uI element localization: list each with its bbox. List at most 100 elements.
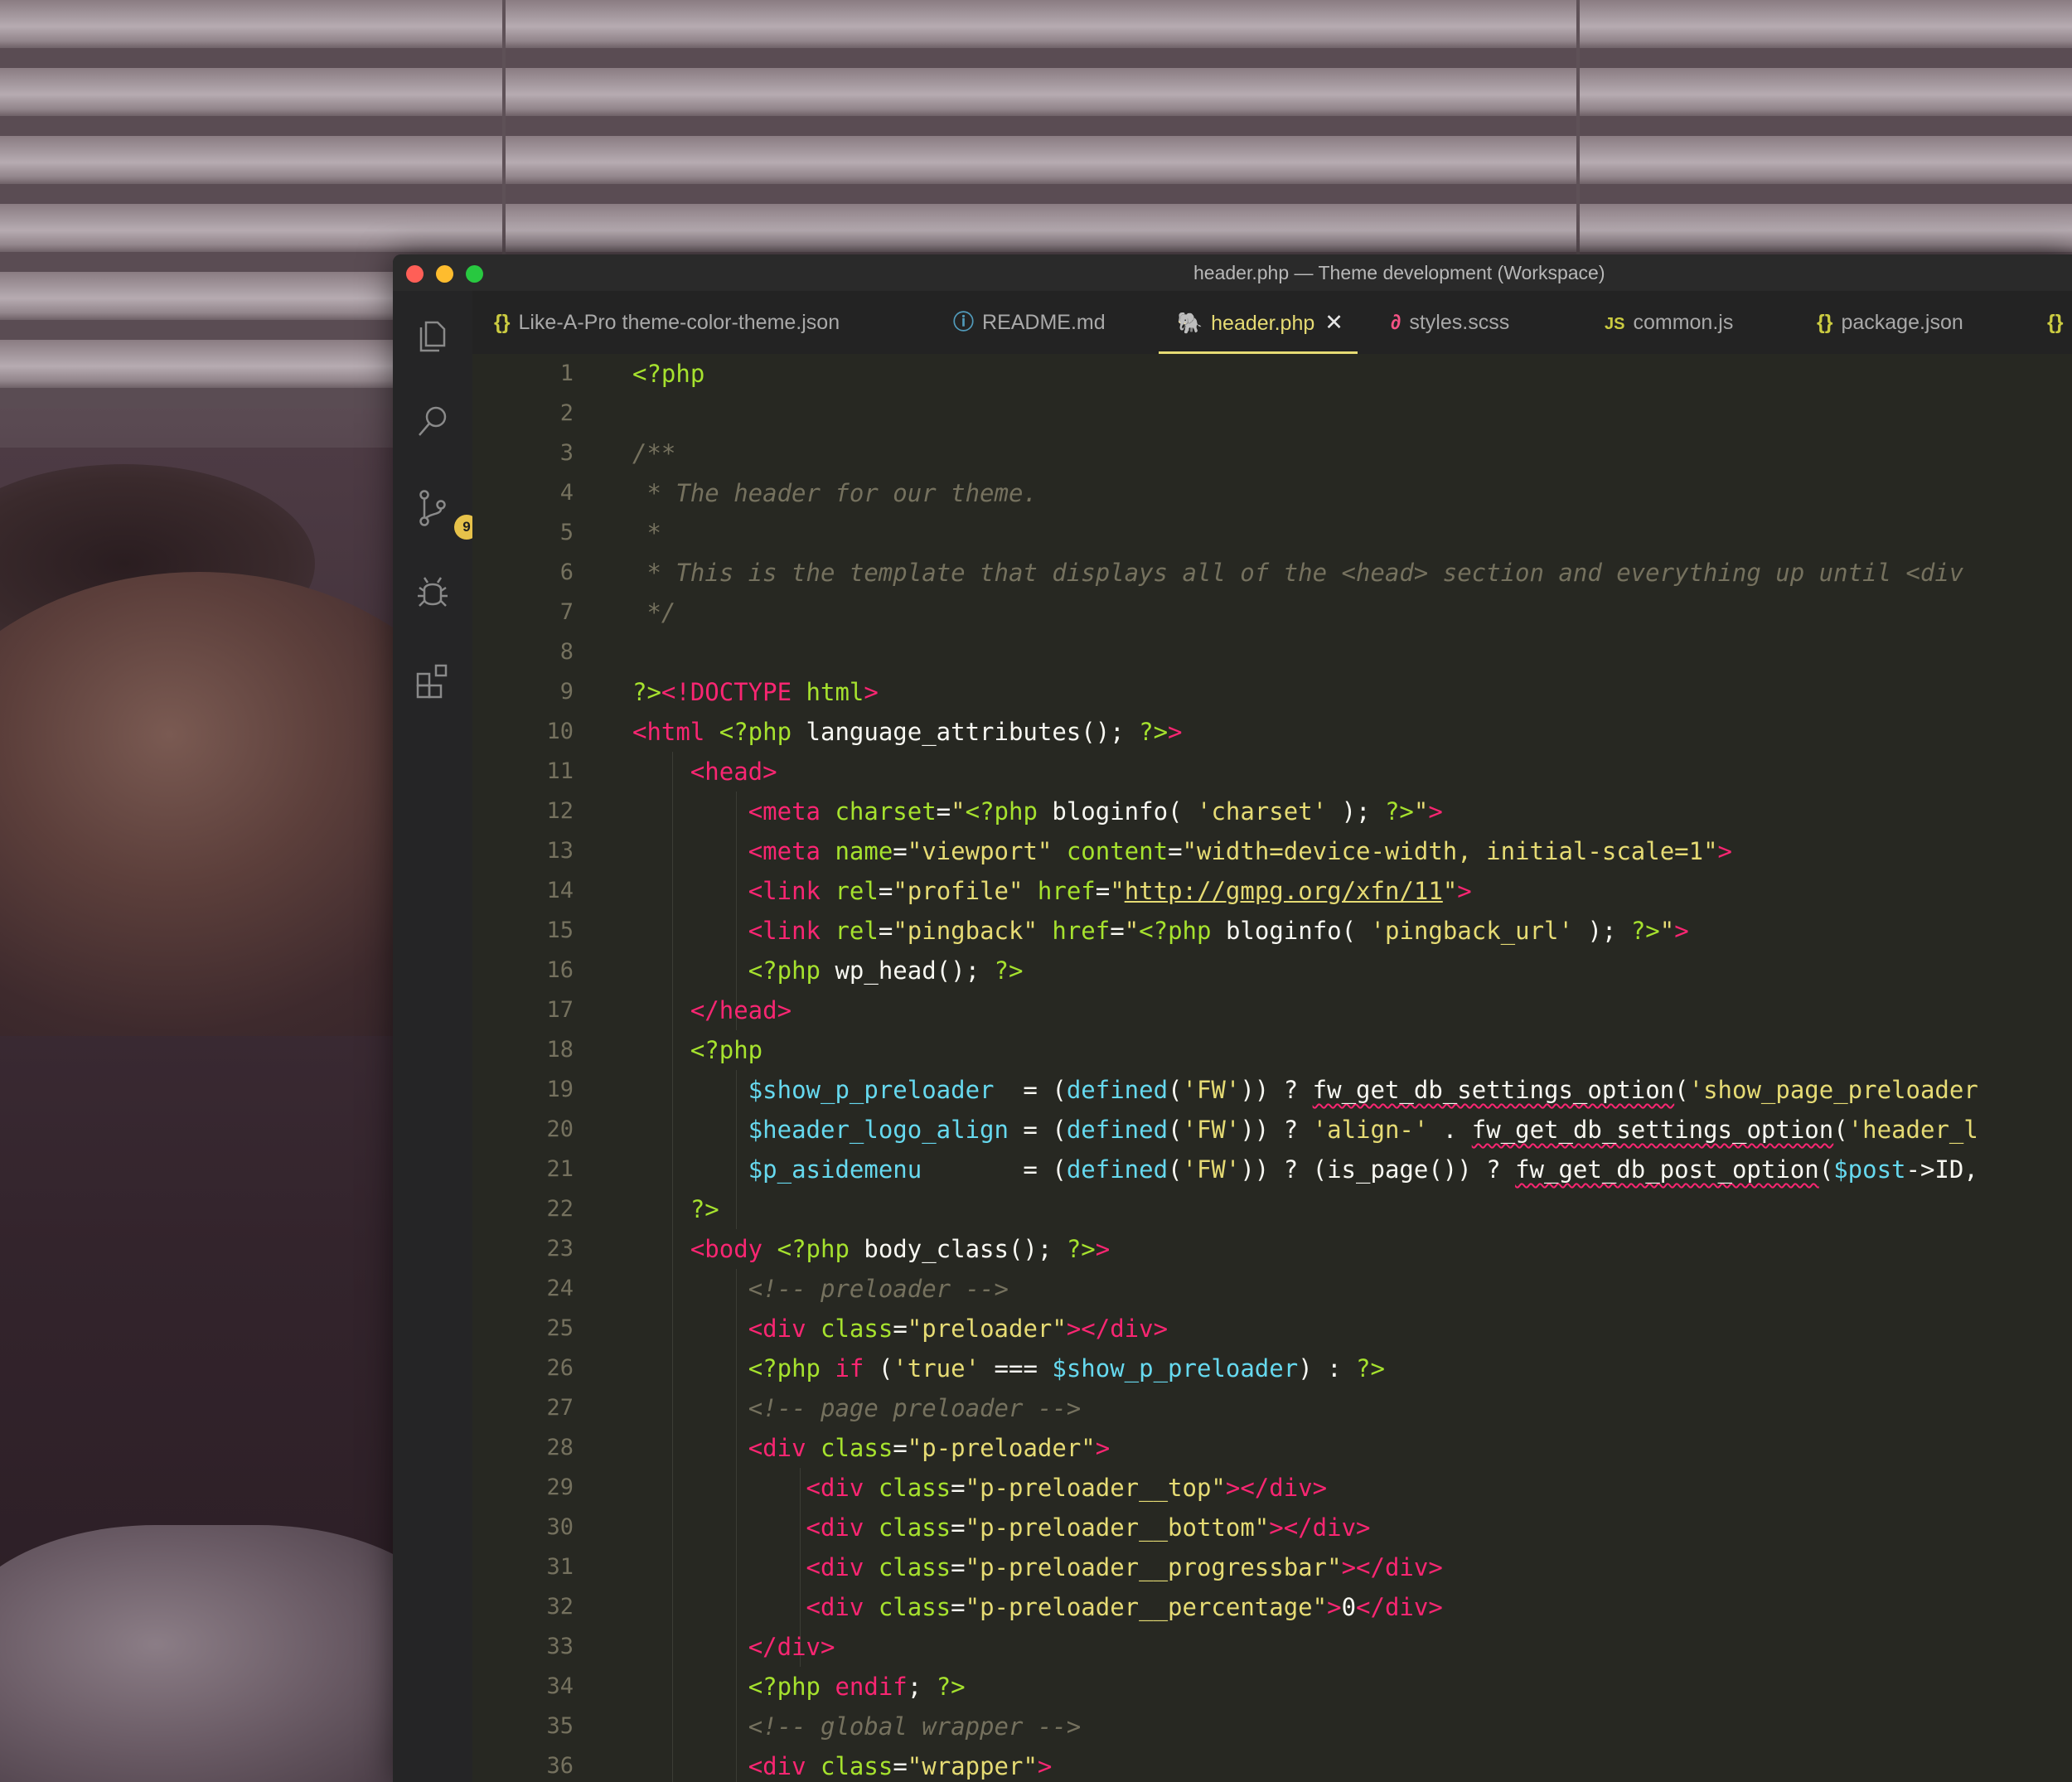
code-token: =	[951, 1553, 966, 1581]
code-token: ?>	[1356, 1354, 1385, 1383]
code-token: "p-preloader__bottom"	[965, 1513, 1270, 1542]
code-token: =	[951, 1474, 966, 1502]
code-token: class	[821, 1315, 893, 1343]
code-token: class	[878, 1553, 951, 1581]
code-token: fw_get_db_settings_option	[1312, 1076, 1675, 1104]
code-token: ?>	[936, 1673, 966, 1701]
code-token: =	[878, 877, 893, 905]
code-token: 'pingback_url'	[1370, 917, 1573, 945]
code-token: class	[878, 1513, 951, 1542]
close-tab-icon[interactable]: ✕	[1324, 310, 1343, 335]
tab-label: README.md	[982, 311, 1106, 334]
code-token: "	[951, 797, 966, 826]
code-token: href	[1052, 917, 1111, 945]
tab-overflow[interactable]: {}	[2047, 291, 2071, 354]
source-control-icon[interactable]: 9	[413, 488, 479, 540]
tab-like-a-pro-theme[interactable]: {} Like-A-Pro theme-color-theme.json	[472, 291, 840, 354]
code-editor[interactable]: 1 2 3 4 5 6 7 8 9 10 11 12 13 14 15 16 17 18 19 20 21 22 23 24 2…	[472, 354, 2072, 1782]
code-line: <div class="p-preloader">	[632, 1428, 1111, 1468]
debug-icon[interactable]	[413, 574, 453, 614]
code-token: <?php	[632, 360, 705, 388]
code-token: "	[1413, 797, 1429, 826]
code-token: fw_get_db_post_option	[1515, 1155, 1819, 1184]
line-number-gutter: 1 2 3 4 5 6 7 8 9 10 11 12 13 14 15 16 17 18 19 20 21 22 23 24 2…	[472, 354, 595, 1782]
code-line: <!-- global wrapper -->	[632, 1707, 1082, 1746]
code-token: <?php	[748, 1354, 835, 1383]
code-token: =	[893, 1315, 908, 1343]
code-token: <head>	[690, 758, 777, 786]
code-token: (	[1833, 1116, 1848, 1144]
code-line: $header_logo_align = (defined('FW')) ? '…	[632, 1110, 1978, 1150]
explorer-icon[interactable]	[413, 316, 453, 356]
code-token: ) :	[1298, 1354, 1357, 1383]
code-token: <div	[748, 1434, 821, 1462]
code-token: ?>	[1630, 917, 1660, 945]
title-bar: header.php — Theme development (Workspac…	[393, 254, 2072, 292]
code-line: </div>	[632, 1627, 835, 1667]
code-token: * The header for our theme.	[632, 479, 1038, 507]
code-token: defined	[1066, 1155, 1169, 1184]
code-line: <meta name="viewport" content="width=dev…	[632, 831, 1732, 871]
code-token: "	[1110, 877, 1125, 905]
code-line: <!-- page preloader -->	[632, 1388, 1082, 1428]
code-token: <link	[748, 877, 835, 905]
code-token: <div	[806, 1474, 879, 1502]
code-token: >	[1037, 1752, 1053, 1780]
code-token: ->ID,	[1905, 1155, 1978, 1184]
extensions-icon[interactable]	[413, 661, 453, 700]
code-token: "p-preloader__top"	[965, 1474, 1226, 1502]
code-token: =	[893, 837, 908, 865]
line-number: 24	[546, 1276, 574, 1301]
tab-styles-scss[interactable]: ∂ styles.scss	[1391, 291, 1509, 354]
line-number: 8	[559, 639, 574, 665]
code-token: (	[1168, 1116, 1183, 1144]
tab-package-json[interactable]: {} package.json	[1817, 291, 1963, 354]
code-token: <div	[748, 1315, 821, 1343]
code-token: "	[1659, 917, 1675, 945]
code-area[interactable]: <?php /** * The header for our theme. * *…	[632, 354, 2072, 1782]
code-line: * This is the template that displays all…	[632, 553, 1963, 593]
js-icon: JS	[1605, 315, 1625, 333]
tab-readme[interactable]: ⓘ README.md	[953, 291, 1106, 354]
code-token: >	[1168, 718, 1183, 746]
code-token: <meta	[748, 837, 835, 865]
code-token: >	[1095, 1235, 1111, 1263]
tab-header-php[interactable]: 🐘 header.php ✕	[1159, 291, 1358, 354]
code-token: 'show_page_preloader	[1688, 1076, 1978, 1104]
json-icon: {}	[2047, 311, 2064, 334]
code-token: 'charset'	[1196, 797, 1328, 826]
search-icon[interactable]	[413, 402, 453, 442]
code-token: language_attributes();	[806, 718, 1140, 746]
code-token: <body	[690, 1235, 777, 1263]
line-number: 31	[546, 1554, 574, 1580]
code-token: defined	[1066, 1076, 1169, 1104]
code-token: $p_asidemenu	[748, 1155, 922, 1184]
line-number: 10	[546, 719, 574, 744]
tab-common-js[interactable]: JS common.js	[1605, 291, 1733, 354]
code-token: ></div>	[1341, 1553, 1443, 1581]
code-line: <div class="p-preloader__bottom"></div>	[632, 1508, 1371, 1547]
code-token: );	[1572, 917, 1631, 945]
code-token: <html	[632, 718, 719, 746]
code-token: <?php	[777, 1235, 864, 1263]
tab-label: package.json	[1841, 311, 1963, 334]
code-token: ===	[980, 1354, 1053, 1383]
code-token: =	[1095, 877, 1111, 905]
code-token: );	[1327, 797, 1385, 826]
line-number: 27	[546, 1395, 574, 1421]
code-token: <!-- global wrapper -->	[748, 1712, 1082, 1741]
code-token: ?>	[1384, 797, 1414, 826]
code-token: ></div>	[1066, 1315, 1169, 1343]
